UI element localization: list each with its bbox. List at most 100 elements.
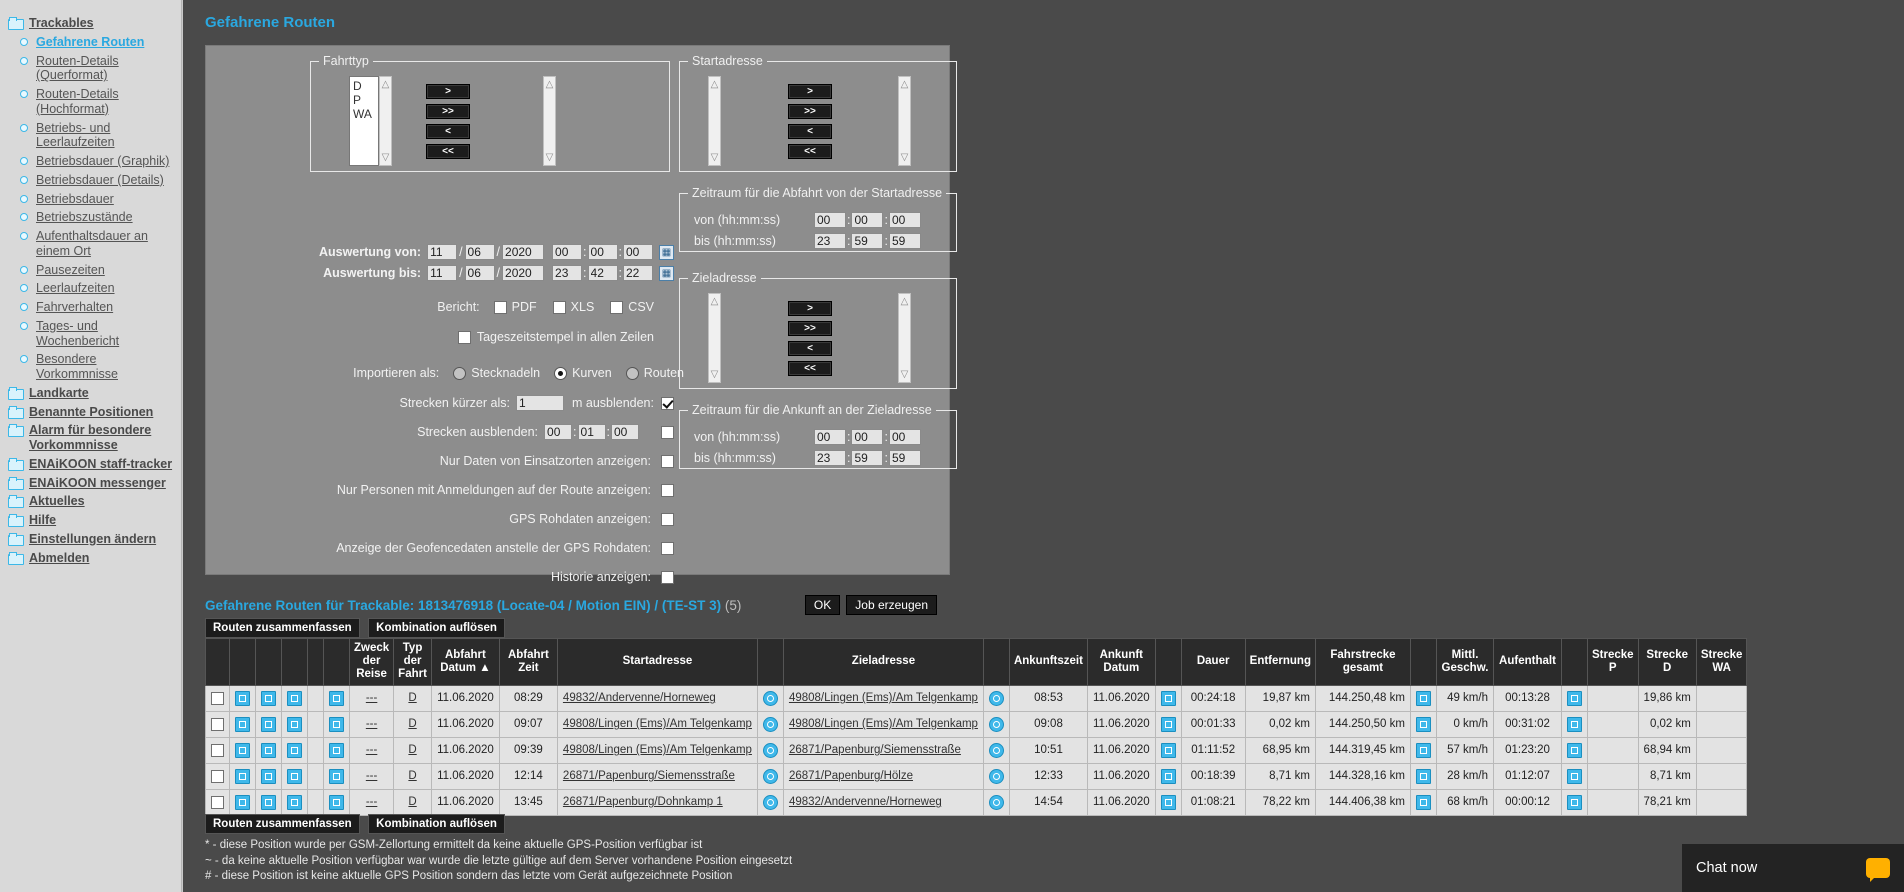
strecken-ausblenden-hour[interactable] — [544, 424, 573, 440]
delta-icon[interactable] — [1415, 742, 1431, 758]
summarize-routes-button-bottom[interactable]: Routen zusammenfassen — [205, 814, 360, 834]
ankunft-bis-second[interactable] — [888, 450, 921, 466]
table-header-cell[interactable]: Zieladresse — [782, 638, 984, 686]
table-cell-value[interactable]: 49832/Andervenne/Horneweg — [789, 796, 942, 808]
table-icon[interactable] — [287, 742, 302, 758]
fahrttyp-move-right[interactable]: > — [426, 84, 470, 99]
table-row[interactable]: --- D 11.06.2020 09:39 49808/Lingen (Ems)/Am… — [205, 736, 1748, 764]
table-header-cell[interactable] — [1409, 638, 1437, 686]
auswertung-von-year[interactable] — [502, 244, 545, 260]
sidebar-item-gefahrene-routen[interactable]: Gefahrene Routen — [6, 33, 181, 52]
table-header-cell[interactable] — [229, 638, 256, 686]
table-cell-value[interactable]: 49808/Lingen (Ems)/Am Telgenkamp — [789, 692, 978, 704]
thermometer-icon[interactable] — [1566, 690, 1582, 706]
dissolve-combination-button-top[interactable]: Kombination auflösen — [368, 618, 505, 638]
table-header-cell[interactable]: Abfahrt Zeit — [498, 638, 558, 686]
auswertung-bis-year[interactable] — [502, 265, 545, 281]
auswertung-bis-second[interactable] — [623, 265, 653, 281]
person-add-icon[interactable] — [1160, 716, 1176, 732]
sidebar-item-betriebsdauer-details[interactable]: Betriebsdauer (Details) — [6, 171, 181, 190]
fahrttyp-move-all-right[interactable]: >> — [426, 104, 470, 119]
ankunft-von-second[interactable] — [888, 429, 921, 445]
table-header-cell[interactable]: Strecke WA — [1695, 638, 1748, 686]
sidebar-item-pausezeiten[interactable]: Pausezeiten — [6, 261, 181, 280]
import-routen-radio[interactable] — [625, 366, 639, 380]
import-kurven-radio[interactable] — [554, 366, 568, 380]
startadresse-move-left[interactable]: < — [788, 124, 832, 139]
globe-icon[interactable] — [762, 690, 778, 706]
globe-icon[interactable] — [762, 742, 778, 758]
sidebar-item-hilfe[interactable]: Hilfe — [6, 511, 181, 530]
sidebar-item-fahrverhalten[interactable]: Fahrverhalten — [6, 298, 181, 317]
strecken-kuerzer-checkbox[interactable] — [661, 396, 674, 410]
startadresse-move-all-right[interactable]: >> — [788, 104, 832, 119]
sidebar-item-leerlaufzeiten[interactable]: Leerlaufzeiten — [6, 279, 181, 298]
sidebar-item-betriebsdauer[interactable]: Betriebsdauer — [6, 190, 181, 209]
table-header-cell[interactable] — [323, 638, 350, 686]
table-header-cell[interactable]: Typ der Fahrt — [393, 638, 432, 686]
chevron-down-icon[interactable]: ▽ — [711, 152, 719, 163]
calendar-icon[interactable]: ▦ — [659, 244, 674, 260]
abfahrt-bis-hour[interactable] — [814, 233, 846, 249]
sidebar-item-benannte-positionen[interactable]: Benannte Positionen — [6, 403, 181, 422]
fahrttyp-selected-scrollbar[interactable]: △ ▽ — [543, 76, 556, 166]
table-cell-value[interactable]: 26871/Papenburg/Siemensstraße — [789, 744, 961, 756]
sidebar-item-einstellungen-ndern[interactable]: Einstellungen ändern — [6, 530, 181, 549]
chevron-up-icon[interactable]: △ — [711, 296, 719, 307]
tageszeitstempel-checkbox[interactable] — [457, 330, 471, 344]
globe-icon[interactable] — [762, 716, 778, 732]
fahrttyp-option[interactable]: WA — [353, 107, 375, 121]
startadresse-move-all-left[interactable]: << — [788, 144, 832, 159]
table-header-cell[interactable]: Ankunft Datum — [1086, 638, 1156, 686]
startadresse-selected-scrollbar[interactable]: △ ▽ — [898, 76, 911, 166]
table-cell-value[interactable]: --- — [366, 796, 378, 808]
table-header-cell[interactable]: Mittl. Geschw. — [1435, 638, 1494, 686]
sidebar-item-aufenthaltsdauer-an-einem-ort[interactable]: Aufenthaltsdauer an einem Ort — [6, 227, 181, 261]
row-select-checkbox[interactable] — [211, 769, 224, 783]
sidebar-item-betriebsdauer-graphik[interactable]: Betriebsdauer (Graphik) — [6, 152, 181, 171]
sidebar-item-routen-details-hochformat[interactable]: Routen-Details (Hochformat) — [6, 85, 181, 119]
chevron-up-icon[interactable]: △ — [901, 296, 909, 307]
create-job-button[interactable]: Job erzeugen — [846, 595, 937, 615]
auswertung-von-minute[interactable] — [587, 244, 618, 260]
ankunft-von-hour[interactable] — [814, 429, 846, 445]
zieladresse-move-right[interactable]: > — [788, 301, 832, 316]
table-header-cell[interactable] — [205, 638, 230, 686]
fahrttyp-available-list[interactable]: D P WA — [349, 76, 379, 166]
globe-icon[interactable] — [762, 768, 778, 784]
sidebar-item-landkarte[interactable]: Landkarte — [6, 384, 181, 403]
delta-icon[interactable] — [1415, 716, 1431, 732]
zieladresse-move-left[interactable]: < — [788, 341, 832, 356]
sidebar-item-trackables[interactable]: Trackables — [6, 14, 181, 33]
table-cell-value[interactable]: 49832/Andervenne/Horneweg — [563, 692, 716, 704]
fahrttyp-option[interactable]: D — [353, 79, 375, 93]
calendar-icon[interactable]: ▦ — [659, 265, 674, 281]
table-cell-value[interactable]: 49808/Lingen (Ems)/Am Telgenkamp — [563, 718, 752, 730]
row-select-checkbox[interactable] — [211, 717, 224, 731]
auswertung-von-day[interactable] — [427, 244, 458, 260]
sidebar-item-enaikoon-messenger[interactable]: ENAiKOON messenger — [6, 474, 181, 493]
table-cell-value[interactable]: D — [408, 796, 416, 808]
abfahrt-von-second[interactable] — [888, 212, 921, 228]
table-cell-value[interactable]: --- — [366, 744, 378, 756]
table-cell-value[interactable]: 49808/Lingen (Ems)/Am Telgenkamp — [563, 744, 752, 756]
table-header-cell[interactable] — [982, 638, 1010, 686]
fahrttyp-available-scrollbar[interactable]: △ ▽ — [379, 76, 392, 166]
export-icon[interactable] — [329, 768, 344, 784]
chevron-down-icon[interactable]: ▽ — [901, 369, 909, 380]
chevron-down-icon[interactable]: ▽ — [711, 369, 719, 380]
table-row[interactable]: --- D 11.06.2020 13:45 26871/Papenburg/Dohnk… — [205, 788, 1748, 816]
table-header-cell[interactable] — [1154, 638, 1182, 686]
summarize-routes-button-top[interactable]: Routen zusammenfassen — [205, 618, 360, 638]
auswertung-von-hour[interactable] — [552, 244, 583, 260]
table-header-cell[interactable] — [307, 638, 324, 686]
ankunft-bis-minute[interactable] — [851, 450, 884, 466]
chevron-up-icon[interactable]: △ — [711, 79, 719, 90]
strecken-kuerzer-input[interactable] — [515, 395, 564, 411]
chat-widget[interactable]: Chat now — [1682, 844, 1904, 892]
import-stecknadeln-radio[interactable] — [453, 366, 467, 380]
table-icon[interactable] — [287, 690, 302, 706]
dissolve-combination-button-bottom[interactable]: Kombination auflösen — [368, 814, 505, 834]
strecken-ausblenden-second[interactable] — [611, 424, 639, 440]
thermometer-icon[interactable] — [1566, 768, 1582, 784]
